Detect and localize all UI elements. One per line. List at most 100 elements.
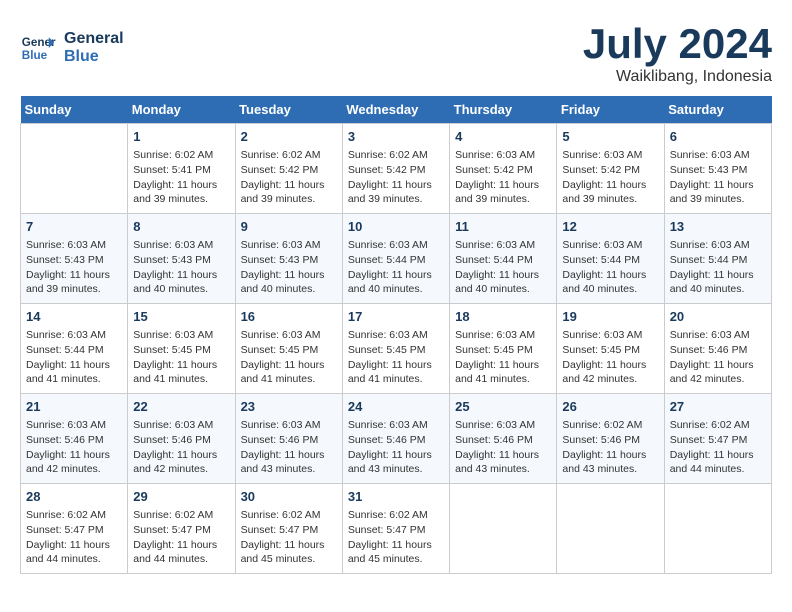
daylight-text-cont: and 42 minutes. <box>562 372 658 387</box>
title-area: July 2024 Waiklibang, Indonesia <box>583 20 772 86</box>
daylight-text-cont: and 44 minutes. <box>26 552 122 567</box>
calendar-cell: 10Sunrise: 6:03 AMSunset: 5:44 PMDayligh… <box>342 214 449 304</box>
daylight-text: Daylight: 11 hours <box>241 448 337 463</box>
daylight-text: Daylight: 11 hours <box>348 268 444 283</box>
daylight-text-cont: and 41 minutes. <box>348 372 444 387</box>
header-thursday: Thursday <box>450 96 557 124</box>
main-title: July 2024 <box>583 20 772 68</box>
logo: General Blue General Blue <box>20 30 124 66</box>
sunrise-text: Sunrise: 6:03 AM <box>348 238 444 253</box>
sunrise-text: Sunrise: 6:03 AM <box>455 418 551 433</box>
daylight-text-cont: and 39 minutes. <box>26 282 122 297</box>
day-number: 3 <box>348 128 444 146</box>
daylight-text: Daylight: 11 hours <box>241 538 337 553</box>
daylight-text-cont: and 40 minutes. <box>562 282 658 297</box>
daylight-text: Daylight: 11 hours <box>133 448 229 463</box>
calendar-week-row: 7Sunrise: 6:03 AMSunset: 5:43 PMDaylight… <box>21 214 772 304</box>
calendar-week-row: 1Sunrise: 6:02 AMSunset: 5:41 PMDaylight… <box>21 124 772 214</box>
sunrise-text: Sunrise: 6:02 AM <box>241 148 337 163</box>
day-number: 22 <box>133 398 229 416</box>
sunset-text: Sunset: 5:46 PM <box>455 433 551 448</box>
sunset-text: Sunset: 5:45 PM <box>455 343 551 358</box>
daylight-text-cont: and 41 minutes. <box>455 372 551 387</box>
daylight-text-cont: and 42 minutes. <box>26 462 122 477</box>
calendar-cell <box>21 124 128 214</box>
calendar-cell: 16Sunrise: 6:03 AMSunset: 5:45 PMDayligh… <box>235 304 342 394</box>
daylight-text: Daylight: 11 hours <box>26 538 122 553</box>
calendar-cell <box>557 484 664 574</box>
logo-text-general: General <box>64 30 124 48</box>
sunset-text: Sunset: 5:46 PM <box>348 433 444 448</box>
calendar-cell: 3Sunrise: 6:02 AMSunset: 5:42 PMDaylight… <box>342 124 449 214</box>
calendar-cell: 24Sunrise: 6:03 AMSunset: 5:46 PMDayligh… <box>342 394 449 484</box>
daylight-text: Daylight: 11 hours <box>241 178 337 193</box>
sunrise-text: Sunrise: 6:03 AM <box>26 238 122 253</box>
sunset-text: Sunset: 5:47 PM <box>670 433 766 448</box>
daylight-text-cont: and 43 minutes. <box>455 462 551 477</box>
daylight-text: Daylight: 11 hours <box>562 268 658 283</box>
sunset-text: Sunset: 5:44 PM <box>670 253 766 268</box>
day-number: 19 <box>562 308 658 326</box>
header-friday: Friday <box>557 96 664 124</box>
calendar-cell: 28Sunrise: 6:02 AMSunset: 5:47 PMDayligh… <box>21 484 128 574</box>
daylight-text: Daylight: 11 hours <box>133 178 229 193</box>
calendar-cell <box>664 484 771 574</box>
daylight-text: Daylight: 11 hours <box>26 358 122 373</box>
day-number: 29 <box>133 488 229 506</box>
daylight-text-cont: and 39 minutes. <box>133 192 229 207</box>
calendar-cell: 23Sunrise: 6:03 AMSunset: 5:46 PMDayligh… <box>235 394 342 484</box>
calendar-cell: 8Sunrise: 6:03 AMSunset: 5:43 PMDaylight… <box>128 214 235 304</box>
daylight-text-cont: and 39 minutes. <box>670 192 766 207</box>
sunset-text: Sunset: 5:44 PM <box>455 253 551 268</box>
day-number: 23 <box>241 398 337 416</box>
sunrise-text: Sunrise: 6:02 AM <box>348 148 444 163</box>
calendar-cell: 1Sunrise: 6:02 AMSunset: 5:41 PMDaylight… <box>128 124 235 214</box>
calendar-cell: 29Sunrise: 6:02 AMSunset: 5:47 PMDayligh… <box>128 484 235 574</box>
daylight-text: Daylight: 11 hours <box>133 268 229 283</box>
header-wednesday: Wednesday <box>342 96 449 124</box>
subtitle: Waiklibang, Indonesia <box>583 68 772 86</box>
daylight-text: Daylight: 11 hours <box>348 178 444 193</box>
daylight-text-cont: and 41 minutes. <box>241 372 337 387</box>
day-number: 11 <box>455 218 551 236</box>
sunrise-text: Sunrise: 6:03 AM <box>26 328 122 343</box>
calendar-cell: 9Sunrise: 6:03 AMSunset: 5:43 PMDaylight… <box>235 214 342 304</box>
daylight-text: Daylight: 11 hours <box>241 268 337 283</box>
calendar-cell: 30Sunrise: 6:02 AMSunset: 5:47 PMDayligh… <box>235 484 342 574</box>
sunset-text: Sunset: 5:47 PM <box>133 523 229 538</box>
day-number: 2 <box>241 128 337 146</box>
daylight-text-cont: and 39 minutes. <box>455 192 551 207</box>
svg-text:Blue: Blue <box>22 49 48 62</box>
sunrise-text: Sunrise: 6:03 AM <box>133 328 229 343</box>
calendar-cell: 2Sunrise: 6:02 AMSunset: 5:42 PMDaylight… <box>235 124 342 214</box>
daylight-text-cont: and 43 minutes. <box>562 462 658 477</box>
daylight-text-cont: and 44 minutes. <box>670 462 766 477</box>
calendar-week-row: 14Sunrise: 6:03 AMSunset: 5:44 PMDayligh… <box>21 304 772 394</box>
sunrise-text: Sunrise: 6:02 AM <box>133 508 229 523</box>
sunrise-text: Sunrise: 6:03 AM <box>670 238 766 253</box>
daylight-text-cont: and 43 minutes. <box>241 462 337 477</box>
sunrise-text: Sunrise: 6:03 AM <box>562 328 658 343</box>
calendar-cell: 18Sunrise: 6:03 AMSunset: 5:45 PMDayligh… <box>450 304 557 394</box>
day-number: 18 <box>455 308 551 326</box>
sunrise-text: Sunrise: 6:03 AM <box>241 238 337 253</box>
daylight-text-cont: and 41 minutes. <box>26 372 122 387</box>
day-number: 24 <box>348 398 444 416</box>
daylight-text: Daylight: 11 hours <box>455 178 551 193</box>
header-monday: Monday <box>128 96 235 124</box>
calendar-cell: 11Sunrise: 6:03 AMSunset: 5:44 PMDayligh… <box>450 214 557 304</box>
daylight-text: Daylight: 11 hours <box>562 448 658 463</box>
calendar-cell: 14Sunrise: 6:03 AMSunset: 5:44 PMDayligh… <box>21 304 128 394</box>
day-number: 15 <box>133 308 229 326</box>
calendar-cell: 31Sunrise: 6:02 AMSunset: 5:47 PMDayligh… <box>342 484 449 574</box>
day-number: 20 <box>670 308 766 326</box>
daylight-text-cont: and 43 minutes. <box>348 462 444 477</box>
daylight-text: Daylight: 11 hours <box>348 538 444 553</box>
sunset-text: Sunset: 5:43 PM <box>670 163 766 178</box>
sunrise-text: Sunrise: 6:02 AM <box>241 508 337 523</box>
sunset-text: Sunset: 5:43 PM <box>133 253 229 268</box>
calendar-cell: 12Sunrise: 6:03 AMSunset: 5:44 PMDayligh… <box>557 214 664 304</box>
calendar-cell: 7Sunrise: 6:03 AMSunset: 5:43 PMDaylight… <box>21 214 128 304</box>
logo-text-blue: Blue <box>64 48 124 66</box>
daylight-text-cont: and 44 minutes. <box>133 552 229 567</box>
